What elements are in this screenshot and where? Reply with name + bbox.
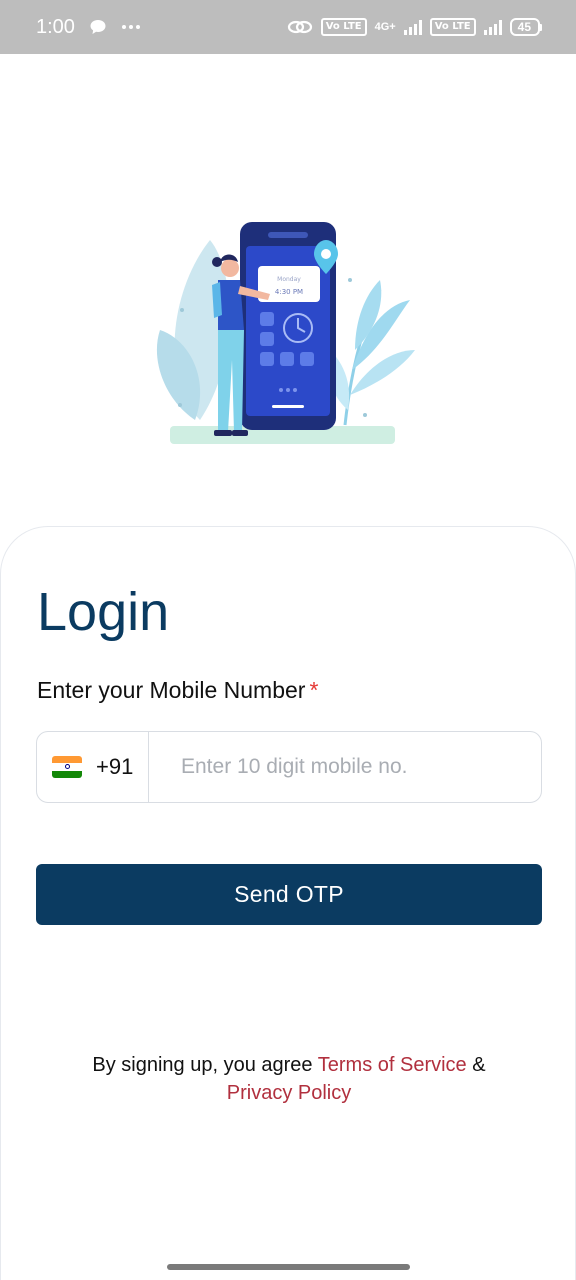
- home-indicator[interactable]: [167, 1264, 410, 1270]
- terms-prefix: By signing up, you agree: [92, 1054, 318, 1076]
- more-dots-icon: [121, 25, 140, 29]
- phone-day-text: Monday: [277, 276, 301, 283]
- country-code-text: +91: [96, 754, 134, 779]
- india-flag-icon: [52, 756, 82, 778]
- volte-icon-2: Vo LTE: [429, 18, 476, 36]
- volte-icon: Vo LTE: [320, 18, 367, 36]
- page-title: Login: [37, 582, 170, 642]
- terms-notice: By signing up, you agree Terms of Servic…: [1, 1051, 576, 1107]
- required-mark: *: [309, 677, 319, 703]
- send-otp-button[interactable]: Send OTP: [36, 864, 542, 925]
- network-type: 4G+: [374, 21, 396, 33]
- signal-icon-2: [483, 19, 502, 35]
- privacy-policy-link[interactable]: Privacy Policy: [227, 1082, 351, 1104]
- battery-icon: 45: [509, 18, 540, 36]
- signal-icon: [403, 19, 422, 35]
- country-code-selector[interactable]: +91: [37, 732, 149, 802]
- chat-bubble-icon: [90, 20, 106, 34]
- status-right: Vo LTE 4G+ Vo LTE 45: [287, 18, 540, 36]
- login-screen: 1:00 Vo LTE 4G+ Vo LTE 45 Monday 4:30 PM…: [0, 0, 576, 1280]
- mobile-number-label-text: Enter your Mobile Number: [37, 677, 306, 703]
- link-icon: [287, 20, 312, 34]
- login-card: Login Enter your Mobile Number* +91 Send…: [0, 526, 576, 1280]
- status-time: 1:00: [36, 15, 75, 38]
- status-left: 1:00: [36, 16, 141, 39]
- login-illustration: Monday 4:30 PM: [156, 222, 415, 444]
- mobile-number-input[interactable]: [149, 732, 541, 802]
- mobile-number-label: Enter your Mobile Number *: [37, 677, 318, 704]
- status-bar: 1:00 Vo LTE 4G+ Vo LTE 45: [0, 0, 576, 54]
- phone-time-text: 4:30 PM: [275, 288, 303, 296]
- terms-ampersand: &: [466, 1054, 486, 1076]
- phone-field: +91: [36, 731, 542, 803]
- terms-of-service-link[interactable]: Terms of Service: [318, 1054, 467, 1076]
- right-plant-icon: [328, 280, 415, 426]
